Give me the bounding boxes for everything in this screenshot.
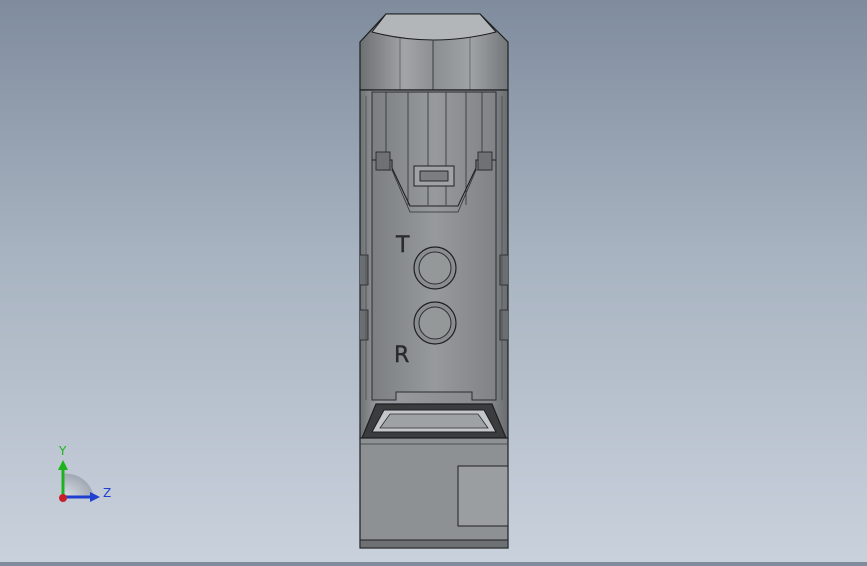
- z-axis-arrowhead: [90, 492, 100, 502]
- base-block: [359, 437, 509, 549]
- y-axis-arrowhead: [58, 460, 68, 470]
- triad-quadrant: [62, 473, 94, 498]
- port-t: [413, 246, 457, 290]
- port-r: [413, 301, 457, 345]
- model-view-svg[interactable]: T R Y Z: [0, 0, 867, 562]
- reference-triad[interactable]: Y Z: [58, 444, 111, 502]
- triad-origin: [59, 494, 67, 502]
- top-cap: [359, 13, 509, 91]
- port-label-r: R: [394, 343, 409, 368]
- triad-z-label: Z: [103, 486, 111, 500]
- graphics-viewport[interactable]: T R Y Z: [0, 0, 867, 562]
- port-label-t: T: [395, 233, 410, 258]
- bottom-opening: [361, 403, 507, 439]
- triad-y-label: Y: [58, 444, 67, 458]
